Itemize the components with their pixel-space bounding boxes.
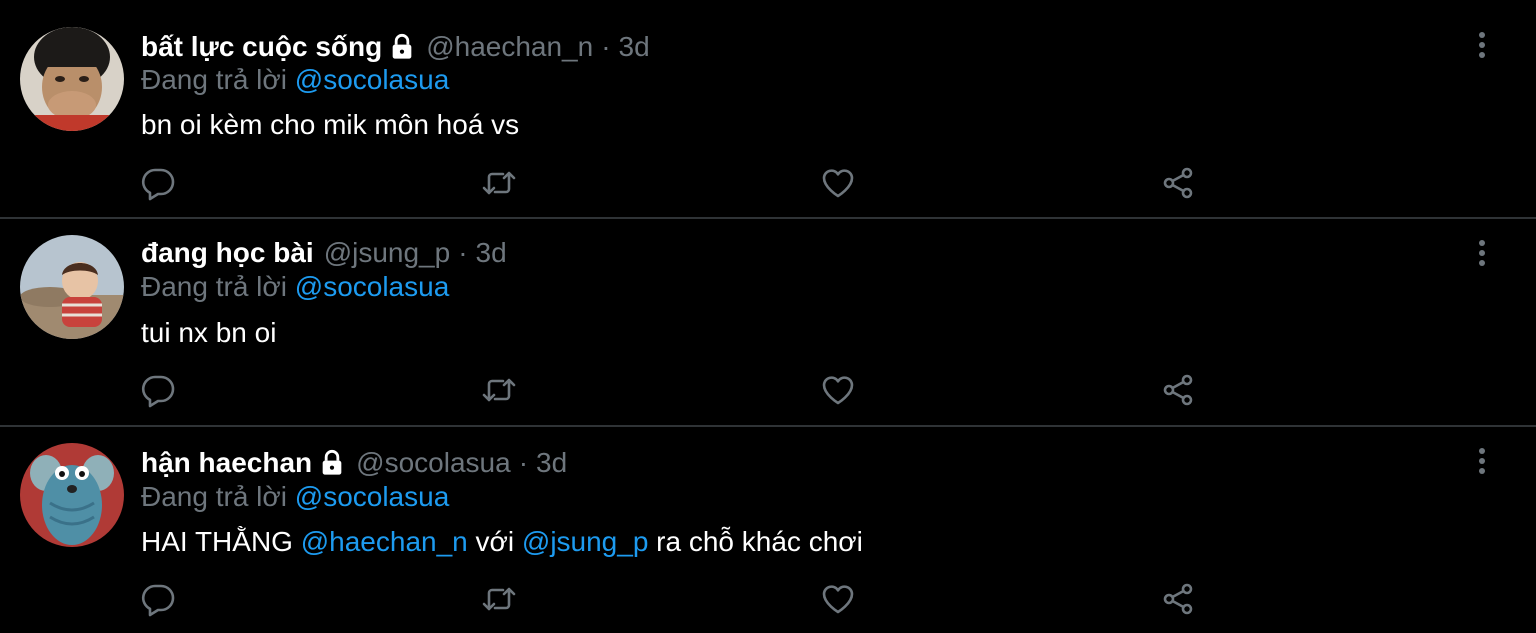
share-icon <box>1163 583 1193 615</box>
replying-to-mention[interactable]: @socolasua <box>295 64 450 95</box>
timestamp[interactable]: 3d <box>536 447 567 479</box>
speech-bubble-icon <box>141 584 175 617</box>
avatar[interactable] <box>20 443 124 547</box>
separator-dot: · <box>458 237 468 268</box>
retweet-button[interactable] <box>481 165 517 201</box>
tweet[interactable]: đang học bài @jsung_p · 3d Đang trả lời … <box>0 219 1536 427</box>
reply-button[interactable] <box>140 372 176 408</box>
share-button[interactable] <box>1160 581 1196 617</box>
reply-button[interactable] <box>140 581 176 617</box>
timestamp[interactable]: 3d <box>476 237 507 269</box>
retweet-icon <box>482 171 516 195</box>
user-handle[interactable]: @haechan_n <box>426 31 593 63</box>
replying-to-mention[interactable]: @socolasua <box>295 271 450 302</box>
separator-dot: · <box>518 447 529 478</box>
mention-link[interactable]: @jsung_p <box>522 526 649 557</box>
tweet-text-segment: với <box>467 526 522 557</box>
tweet[interactable]: bất lực cuộc sống @haechan_n · 3d Đang t… <box>0 0 1536 219</box>
mention-link[interactable]: @haechan_n <box>301 526 468 557</box>
tweet-text: tui nx bn oi <box>141 317 277 348</box>
retweet-button[interactable] <box>481 372 517 408</box>
tweet-text: HAI THẰNG @haechan_n với @jsung_p ra chỗ… <box>141 526 863 558</box>
user-handle[interactable]: @socolasua <box>356 447 511 479</box>
lock-icon <box>318 449 346 477</box>
tweet-text-segment: ra chỗ khác chơi <box>648 526 863 557</box>
more-options-icon[interactable] <box>1470 446 1494 476</box>
more-options-icon[interactable] <box>1470 238 1494 268</box>
heart-icon <box>822 169 854 198</box>
tweet[interactable]: hận haechan @socolasua · 3d Đang trả lời… <box>0 427 1536 633</box>
share-icon <box>1163 374 1193 406</box>
reply-timeline: bất lực cuộc sống @haechan_n · 3d Đang t… <box>0 0 1536 633</box>
avatar[interactable] <box>20 235 124 339</box>
tweet-header: bất lực cuộc sống @haechan_n · 3d <box>141 29 650 65</box>
display-name[interactable]: hận haechan <box>141 447 312 479</box>
tweet-header: hận haechan @socolasua · 3d <box>141 445 567 481</box>
share-button[interactable] <box>1160 372 1196 408</box>
speech-bubble-icon <box>141 168 175 201</box>
replying-to: Đang trả lời @socolasua <box>141 271 449 303</box>
replying-to: Đang trả lời @socolasua <box>141 64 449 96</box>
tweet-header: đang học bài @jsung_p · 3d <box>141 235 507 271</box>
replying-to-label: Đang trả lời <box>141 481 295 512</box>
replying-to-label: Đang trả lời <box>141 64 295 95</box>
retweet-icon <box>482 587 516 611</box>
retweet-button[interactable] <box>481 581 517 617</box>
like-button[interactable] <box>820 581 856 617</box>
lock-icon <box>388 33 416 61</box>
user-handle[interactable]: @jsung_p <box>324 237 451 269</box>
retweet-icon <box>482 378 516 402</box>
separator-dot: · <box>601 31 611 62</box>
heart-icon <box>822 585 854 614</box>
replying-to-mention[interactable]: @socolasua <box>295 481 450 512</box>
speech-bubble-icon <box>141 375 175 408</box>
heart-icon <box>822 376 854 405</box>
display-name[interactable]: bất lực cuộc sống <box>141 31 382 63</box>
share-icon <box>1163 167 1193 199</box>
reply-button[interactable] <box>140 165 176 201</box>
tweet-text: bn oi kèm cho mik môn hoá vs <box>141 109 520 140</box>
more-options-icon[interactable] <box>1470 30 1494 60</box>
replying-to: Đang trả lời @socolasua <box>141 481 449 513</box>
timestamp[interactable]: 3d <box>619 31 650 63</box>
like-button[interactable] <box>820 165 856 201</box>
replying-to-label: Đang trả lời <box>141 271 295 302</box>
tweet-actions <box>0 372 1536 412</box>
tweet-text-segment: HAI THẰNG <box>141 526 301 557</box>
tweet-actions <box>0 165 1536 205</box>
display-name[interactable]: đang học bài <box>141 237 314 269</box>
like-button[interactable] <box>820 372 856 408</box>
avatar[interactable] <box>20 27 124 131</box>
share-button[interactable] <box>1160 165 1196 201</box>
tweet-actions <box>0 581 1536 621</box>
